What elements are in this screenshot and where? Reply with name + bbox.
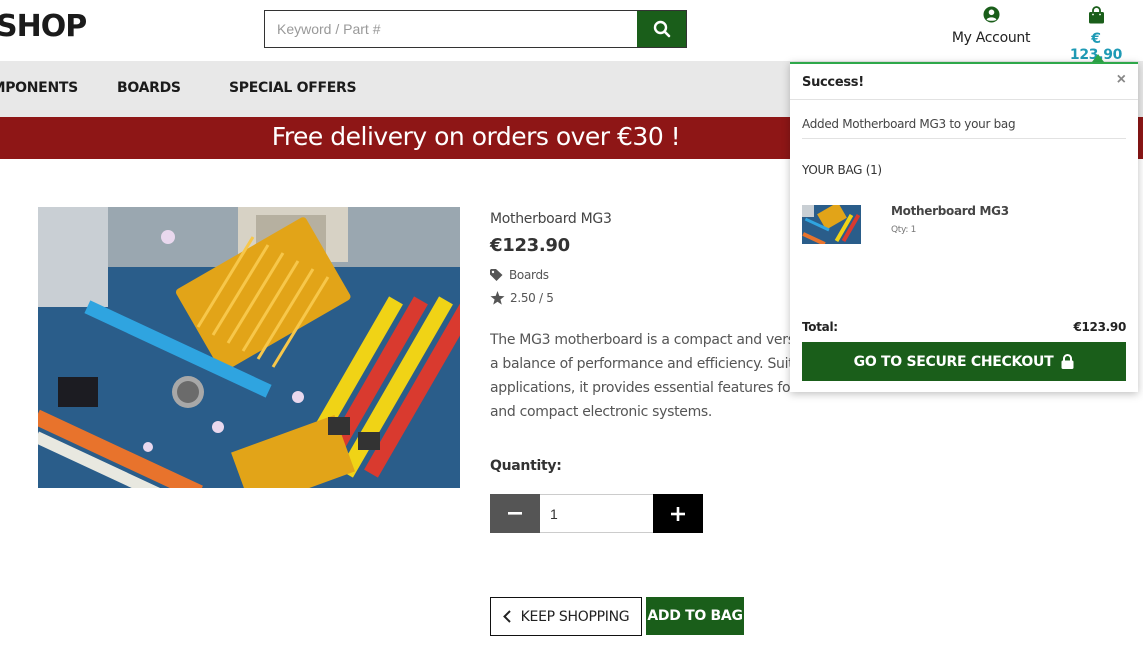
increment-button[interactable] bbox=[653, 494, 703, 533]
divider bbox=[802, 138, 1126, 139]
account-icon bbox=[983, 6, 999, 23]
site-logo[interactable]: SHOP bbox=[0, 9, 87, 44]
product-price: €123.90 bbox=[490, 235, 570, 256]
description-line: a balance of performance and efficiency.… bbox=[490, 356, 811, 372]
decrement-button[interactable] bbox=[490, 494, 540, 533]
site-header: SHOP My Account € 123.90 bbox=[0, 0, 1143, 63]
nav-item-components[interactable]: COMPONENTS bbox=[0, 80, 78, 96]
description-line: and compact electronic systems. bbox=[490, 404, 713, 420]
product-description: The MG3 motherboard is a compact and ver… bbox=[490, 328, 820, 424]
product-rating: 2.50 / 5 bbox=[490, 291, 554, 305]
keep-shopping-button[interactable]: KEEP SHOPPING bbox=[490, 597, 642, 636]
add-to-bag-button[interactable]: ADD TO BAG bbox=[646, 597, 744, 635]
success-message: Added Motherboard MG3 to your bag bbox=[802, 117, 1016, 131]
dropdown-caret bbox=[1092, 54, 1104, 62]
bag-item-thumbnail bbox=[802, 205, 861, 244]
secure-checkout-button[interactable]: GO TO SECURE CHECKOUT bbox=[802, 342, 1126, 381]
bag-item-qty: Qty: 1 bbox=[891, 225, 917, 235]
rating-value: 2.50 / 5 bbox=[510, 291, 554, 305]
lock-icon bbox=[1061, 354, 1074, 369]
product-image bbox=[38, 207, 460, 488]
my-account-label: My Account bbox=[951, 30, 1031, 46]
chevron-left-icon bbox=[502, 610, 511, 623]
star-icon bbox=[490, 291, 505, 305]
minus-icon bbox=[508, 512, 522, 515]
bag-item-name[interactable]: Motherboard MG3 bbox=[891, 204, 1009, 218]
nav-item-boards[interactable]: BOARDS bbox=[117, 80, 181, 96]
tag-icon bbox=[490, 269, 503, 281]
bag-dropdown: Success! × Added Motherboard MG3 to your… bbox=[790, 62, 1138, 392]
description-line: applications, it provides essential feat… bbox=[490, 380, 809, 396]
plus-icon bbox=[671, 506, 685, 521]
checkout-label: GO TO SECURE CHECKOUT bbox=[853, 353, 1054, 370]
keep-shopping-label: KEEP SHOPPING bbox=[520, 608, 630, 625]
total-label: Total: bbox=[802, 320, 838, 334]
quantity-input[interactable] bbox=[540, 494, 653, 533]
total-value: €123.90 bbox=[1073, 320, 1126, 334]
shopping-bag-icon bbox=[1088, 6, 1104, 24]
nav-item-special-offers[interactable]: SPECIAL OFFERS bbox=[229, 80, 357, 96]
product-category[interactable]: Boards bbox=[490, 268, 549, 282]
search-input[interactable] bbox=[265, 11, 637, 47]
search-bar bbox=[264, 10, 687, 48]
quantity-stepper bbox=[490, 494, 703, 533]
close-icon[interactable]: × bbox=[1117, 71, 1126, 89]
search-icon bbox=[653, 20, 670, 38]
category-label: Boards bbox=[509, 268, 549, 282]
search-button[interactable] bbox=[637, 11, 686, 47]
dropdown-header: Success! × bbox=[790, 64, 1138, 100]
description-line: The MG3 motherboard is a compact and ver… bbox=[490, 332, 816, 348]
quantity-label: Quantity: bbox=[490, 458, 562, 474]
my-account-link[interactable]: My Account bbox=[950, 6, 1032, 46]
bag-count: YOUR BAG (1) bbox=[802, 163, 882, 177]
success-title: Success! bbox=[802, 75, 864, 90]
product-name: Motherboard MG3 bbox=[490, 211, 612, 227]
